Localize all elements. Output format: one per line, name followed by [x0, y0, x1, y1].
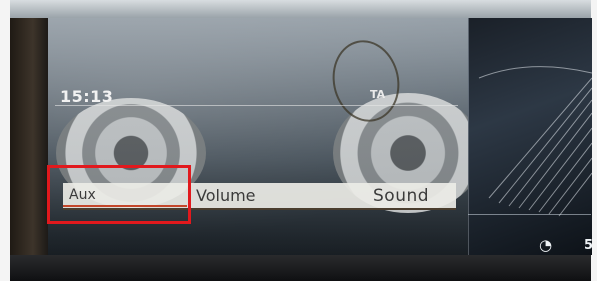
left-bezel [10, 18, 48, 281]
speed-value: 5 [584, 238, 594, 253]
annotation-highlight-box [47, 165, 191, 224]
device-photo [10, 0, 592, 281]
speed-arc-graphic [478, 66, 592, 217]
device-top-edge [10, 0, 591, 18]
clock-time: 15:13 [60, 87, 114, 106]
ta-indicator: TA [370, 88, 386, 101]
status-divider [55, 105, 458, 106]
menu-item-volume[interactable]: Volume [196, 186, 256, 205]
speedometer-icon: ◔ [539, 236, 553, 254]
menu-item-sound[interactable]: Sound [373, 186, 429, 206]
instrument-cluster-panel [468, 18, 592, 255]
cluster-divider [468, 214, 591, 215]
bottom-bezel [10, 255, 591, 281]
